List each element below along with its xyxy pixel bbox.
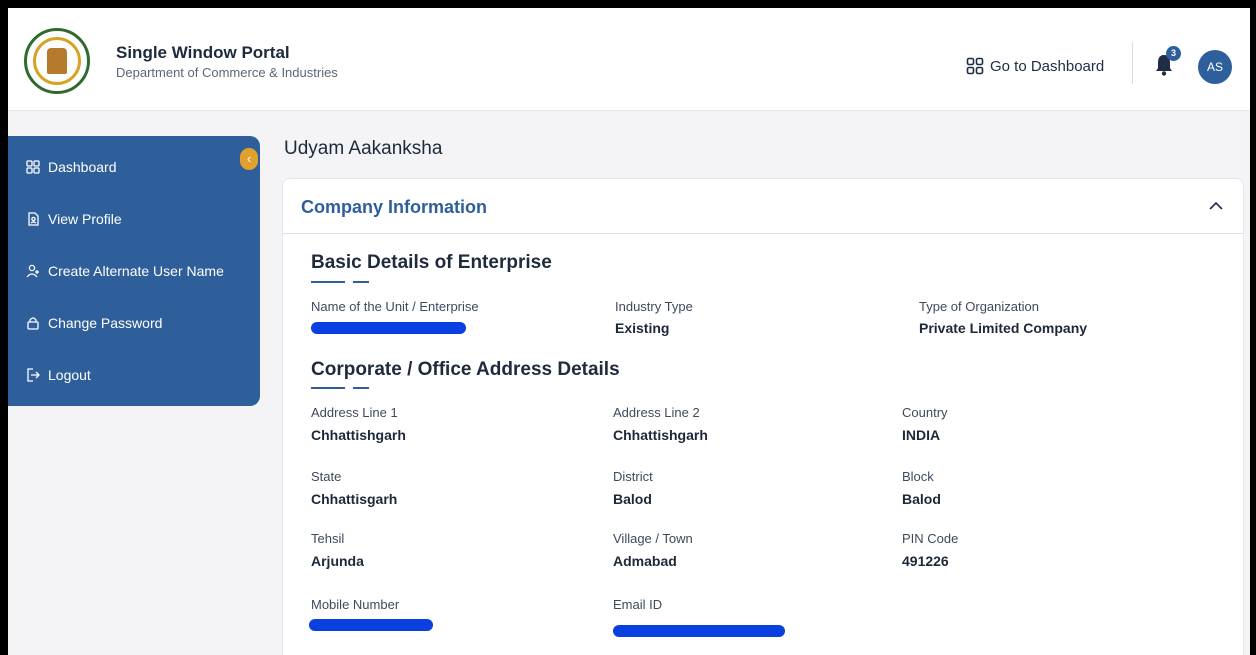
- sidebar-collapse-button[interactable]: ‹: [240, 148, 258, 170]
- portal-subtitle: Department of Commerce & Industries: [116, 65, 338, 80]
- industry-type-value: Existing: [615, 320, 670, 336]
- address-line-1-label: Address Line 1: [311, 405, 398, 420]
- block-label: Block: [902, 469, 934, 484]
- country-label: Country: [902, 405, 948, 420]
- section-underline: [353, 281, 369, 283]
- go-to-dashboard-label: Go to Dashboard: [990, 57, 1105, 75]
- sidebar-item-label: View Profile: [48, 211, 122, 227]
- organization-type-value: Private Limited Company: [919, 320, 1088, 336]
- user-avatar[interactable]: AS: [1198, 50, 1232, 84]
- industry-type-label: Industry Type: [615, 299, 693, 314]
- sidebar-item-label: Logout: [48, 367, 91, 383]
- sidebar-item-view-profile[interactable]: View Profile: [26, 211, 122, 227]
- address-line-2-value: Chhattishgarh: [613, 427, 708, 443]
- state-label: State: [311, 469, 342, 484]
- address-line-1-value: Chhattishgarh: [311, 427, 406, 443]
- sidebar-item-logout[interactable]: Logout: [26, 367, 91, 383]
- unit-name-label: Name of the Unit / Enterprise: [311, 299, 479, 314]
- sidebar-item-label: Dashboard: [48, 159, 117, 175]
- country-value: INDIA: [902, 427, 941, 443]
- address-line-2-label: Address Line 2: [613, 405, 700, 420]
- district-value: Balod: [613, 491, 652, 507]
- unit-name-redacted: [311, 322, 466, 334]
- notification-badge: 3: [1166, 46, 1181, 61]
- section-underline: [311, 387, 345, 389]
- go-to-dashboard-link[interactable]: Go to Dashboard: [966, 57, 1104, 75]
- tehsil-value: Arjunda: [311, 553, 364, 569]
- logout-icon: [27, 368, 40, 382]
- header-divider: [1132, 42, 1133, 84]
- block-value: Balod: [902, 491, 941, 507]
- company-information-panel: Company Information Basic Details of Ent…: [282, 178, 1244, 655]
- panel-title: Company Information: [301, 197, 488, 217]
- section-title-address: Corporate / Office Address Details: [311, 359, 620, 380]
- email-redacted: [613, 625, 785, 637]
- profile-doc-icon: [28, 212, 39, 226]
- email-label: Email ID: [613, 597, 663, 612]
- village-value: Admabad: [613, 553, 677, 569]
- state-value: Chhattisgarh: [311, 491, 398, 507]
- chevron-up-icon[interactable]: [1207, 197, 1225, 215]
- grid-icon: [26, 160, 40, 174]
- pin-code-value: 491226: [902, 553, 949, 569]
- sidebar-item-label: Create Alternate User Name: [48, 263, 224, 279]
- sidebar: ‹ Dashboard View Profile Create Alternat…: [8, 136, 260, 406]
- grid-icon: [966, 57, 984, 75]
- sidebar-item-label: Change Password: [48, 315, 163, 331]
- page-title: Udyam Aakanksha: [284, 138, 443, 159]
- village-label: Village / Town: [613, 531, 693, 546]
- district-label: District: [613, 469, 653, 484]
- mobile-number-label: Mobile Number: [311, 597, 400, 612]
- section-underline: [311, 281, 345, 283]
- tehsil-label: Tehsil: [311, 531, 345, 546]
- lock-icon: [27, 317, 39, 330]
- logo-emblem: [47, 48, 67, 74]
- section-title-basic-details: Basic Details of Enterprise: [311, 252, 552, 273]
- top-header: Single Window Portal Department of Comme…: [8, 8, 1250, 111]
- user-add-icon: [26, 264, 39, 278]
- app-frame: Single Window Portal Department of Comme…: [8, 8, 1250, 655]
- sidebar-item-dashboard[interactable]: Dashboard: [26, 159, 117, 175]
- portal-title: Single Window Portal: [116, 43, 290, 62]
- sidebar-item-change-password[interactable]: Change Password: [26, 315, 162, 331]
- pin-code-label: PIN Code: [902, 531, 959, 546]
- mobile-number-redacted: [309, 619, 433, 631]
- organization-type-label: Type of Organization: [919, 299, 1039, 314]
- state-emblem-logo: [24, 28, 90, 94]
- panel-header[interactable]: Company Information: [283, 179, 1243, 234]
- section-underline: [353, 387, 369, 389]
- sidebar-item-create-alternate-user[interactable]: Create Alternate User Name: [26, 263, 224, 279]
